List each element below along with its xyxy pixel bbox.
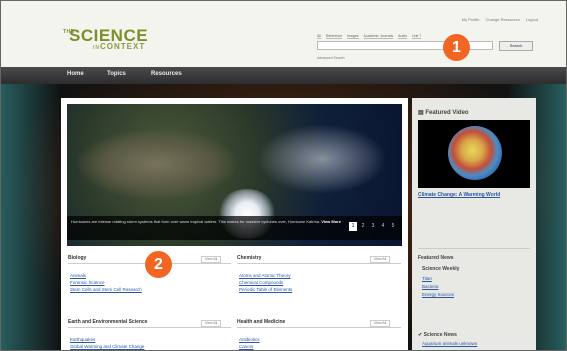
biology-link[interactable]: Forensic Science — [70, 280, 105, 285]
pager-page[interactable]: 1 — [349, 222, 357, 231]
change-resources-link[interactable]: Change Resources — [486, 17, 520, 22]
scope-tab[interactable]: Academic Journals — [363, 34, 394, 39]
biology-link[interactable]: Animals — [70, 273, 86, 278]
view-all-health-medicine-button[interactable]: View All — [370, 320, 391, 327]
section-title-earth-science: Earth and Environmental Science — [68, 319, 148, 325]
hero-cloud — [257, 124, 387, 194]
featured-video-title: ▤ Featured Video — [418, 109, 469, 116]
pager-page[interactable]: 4 — [379, 222, 387, 231]
scope-tab[interactable]: Reference — [325, 34, 343, 39]
site-header: THE SCIENCE INCONTEXT My Profile Change … — [1, 1, 566, 67]
background-glow-left — [1, 84, 61, 350]
biology-link[interactable]: Stem Cells and Stem Cell Research — [70, 287, 142, 292]
view-all-biology-button[interactable]: View All — [201, 256, 222, 263]
sidebar-divider — [418, 248, 530, 249]
science-news-title: ✔ Science News — [418, 332, 457, 338]
search-button[interactable]: Search — [499, 41, 533, 51]
science-news-label: Science News — [423, 332, 457, 338]
view-all-earth-science-button[interactable]: View All — [201, 320, 222, 327]
earth-science-link[interactable]: Global Warming and Climate Change — [70, 344, 144, 349]
nav-home[interactable]: Home — [67, 71, 84, 77]
news-link[interactable]: Titan — [422, 276, 432, 281]
scope-tab[interactable]: All — [317, 34, 321, 39]
logo-in: IN — [93, 45, 100, 51]
view-more-link[interactable]: View More — [321, 219, 341, 224]
chemistry-link[interactable]: Chemical Compounds — [239, 280, 283, 285]
section-divider — [237, 327, 401, 328]
section-divider — [68, 327, 231, 328]
video-icon: ▤ — [418, 110, 424, 116]
news-link[interactable]: Bacteria — [422, 284, 439, 289]
health-medicine-link[interactable]: Antibiotics — [239, 337, 260, 342]
hero-caption-text: Hurricanes are intense rotating storm sy… — [71, 219, 321, 224]
account-links: My Profile Change Resources Logout — [462, 17, 538, 22]
nav-topics[interactable]: Topics — [107, 71, 126, 77]
featured-video-label: Featured Video — [425, 110, 469, 116]
news-link[interactable]: Energy Sources — [422, 292, 454, 297]
sidebar: ▤ Featured Video Climate Change: A Warmi… — [412, 98, 536, 350]
my-profile-link[interactable]: My Profile — [462, 17, 480, 22]
hero-land-mass — [77, 129, 237, 199]
scope-tab[interactable]: Unit 7 — [412, 34, 422, 39]
science-news-link[interactable]: Aquarium animals unknown — [422, 341, 477, 346]
nav-resources[interactable]: Resources — [151, 71, 182, 77]
logout-link[interactable]: Logout — [526, 17, 538, 22]
science-weekly-heading: Science Weekly — [422, 266, 460, 272]
logo-context-text: CONTEXT — [100, 42, 146, 51]
main-content-panel: Hurricanes are intense rotating storm sy… — [61, 98, 408, 350]
callout-marker-1: 1 — [443, 34, 470, 61]
check-icon: ✔ — [418, 332, 423, 338]
page-frame: THE SCIENCE INCONTEXT My Profile Change … — [0, 0, 567, 351]
pager-page[interactable]: 5 — [389, 222, 397, 231]
hero-caption: Hurricanes are intense rotating storm sy… — [71, 219, 341, 224]
advanced-search-link[interactable]: Advanced Search — [317, 56, 345, 60]
section-title-biology: Biology — [68, 255, 87, 261]
chemistry-link[interactable]: Periodic Table of Elements — [239, 287, 292, 292]
earth-science-link[interactable]: Earthquakes — [70, 337, 95, 342]
pager-page[interactable]: 3 — [369, 222, 377, 231]
health-medicine-link[interactable]: Cancer — [239, 344, 254, 349]
hero-caption-bar: Hurricanes are intense rotating storm sy… — [67, 216, 402, 240]
section-title-chemistry: Chemistry — [237, 255, 262, 261]
logo-context: INCONTEXT — [93, 42, 145, 51]
featured-news-title: Featured News — [418, 255, 454, 261]
pager-page[interactable]: 2 — [359, 222, 367, 231]
globe-thumbnail — [448, 126, 502, 180]
chemistry-link[interactable]: Atoms and Atomic Theory — [239, 273, 290, 278]
featured-video-link[interactable]: Climate Change: A Warming World — [418, 192, 530, 198]
featured-video-player[interactable] — [418, 120, 530, 188]
callout-marker-2: 2 — [145, 251, 172, 278]
scope-tab[interactable]: Audio — [398, 34, 408, 39]
section-title-health-medicine: Health and Medicine — [237, 319, 286, 325]
section-divider — [237, 263, 401, 264]
search-scope-tabs: All Reference Images Academic Journals A… — [317, 34, 422, 39]
view-all-chemistry-button[interactable]: View All — [370, 256, 391, 263]
scope-tab[interactable]: Images — [347, 34, 359, 39]
main-nav: Home Topics Resources — [1, 67, 566, 84]
hero-pager: 1 2 3 4 5 — [349, 222, 397, 231]
